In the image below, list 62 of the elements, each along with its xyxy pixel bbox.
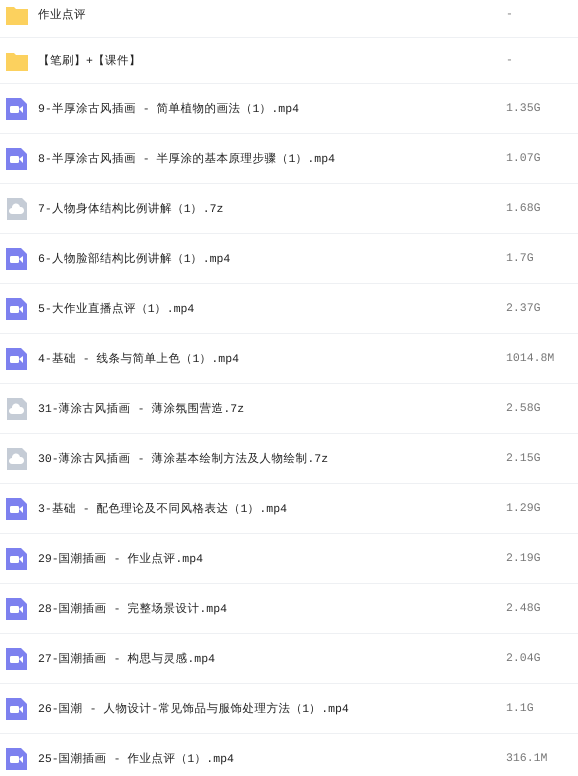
file-row[interactable]: 25-国潮插画 - 作业点评（1）.mp4 316.1M [0, 734, 578, 776]
file-name: 4-基础 - 线条与简单上色（1）.mp4 [38, 352, 240, 366]
file-size: 2.19G [506, 552, 542, 565]
file-size: 1.35G [506, 102, 542, 115]
file-size: 2.58G [506, 402, 542, 415]
file-size: - [506, 8, 514, 21]
file-row[interactable]: 3-基础 - 配色理论及不同风格表达（1）.mp4 1.29G [0, 484, 578, 534]
file-size: 1.07G [506, 152, 542, 165]
file-row[interactable]: 27-国潮插画 - 构思与灵感.mp4 2.04G [0, 634, 578, 684]
file-size: 1014.8M [506, 352, 556, 365]
file-row[interactable]: 29-国潮插画 - 作业点评.mp4 2.19G [0, 534, 578, 584]
file-size: 2.37G [506, 302, 542, 315]
file-name: 8-半厚涂古风插画 - 半厚涂的基本原理步骤（1）.mp4 [38, 152, 336, 166]
cloud-file-icon [5, 196, 29, 220]
file-size: 316.1M [506, 752, 548, 765]
file-name: 28-国潮插画 - 完整场景设计.mp4 [38, 601, 228, 616]
file-name: 作业点评 [38, 8, 87, 22]
file-name: 30-薄涂古风插画 - 薄涂基本绘制方法及人物绘制.7z [38, 451, 330, 466]
file-size: 1.7G [506, 252, 535, 265]
file-row[interactable]: 5-大作业直播点评（1）.mp4 2.37G [0, 284, 578, 334]
file-row[interactable]: 6-人物脸部结构比例讲解（1）.mp4 1.7G [0, 234, 578, 284]
file-row[interactable]: 8-半厚涂古风插画 - 半厚涂的基本原理步骤（1）.mp4 1.07G [0, 134, 578, 184]
video-file-icon [5, 246, 29, 270]
file-name: 7-人物身体结构比例讲解（1）.7z [38, 202, 224, 216]
file-size: 1.29G [506, 502, 542, 515]
file-name: 26-国潮 - 人物设计-常见饰品与服饰处理方法（1）.mp4 [38, 701, 350, 716]
file-size: 2.04G [506, 652, 542, 665]
video-file-icon [5, 596, 29, 620]
file-name: 9-半厚涂古风插画 - 简单植物的画法（1）.mp4 [38, 102, 300, 116]
file-name: 29-国潮插画 - 作业点评.mp4 [38, 552, 204, 566]
file-name: 3-基础 - 配色理论及不同风格表达（1）.mp4 [38, 502, 288, 516]
video-file-icon [5, 296, 29, 320]
file-size: 2.48G [506, 602, 542, 615]
file-row[interactable]: 9-半厚涂古风插画 - 简单植物的画法（1）.mp4 1.35G [0, 84, 578, 134]
file-name: 5-大作业直播点评（1）.mp4 [38, 302, 196, 316]
video-file-icon [5, 696, 29, 720]
file-row[interactable]: 28-国潮插画 - 完整场景设计.mp4 2.48G [0, 584, 578, 634]
file-size: 2.15G [506, 452, 542, 465]
video-file-icon [5, 746, 29, 770]
file-row[interactable]: 4-基础 - 线条与简单上色（1）.mp4 1014.8M [0, 334, 578, 384]
file-row[interactable]: 30-薄涂古风插画 - 薄涂基本绘制方法及人物绘制.7z 2.15G [0, 434, 578, 484]
file-size: 1.1G [506, 702, 535, 715]
file-name: 6-人物脸部结构比例讲解（1）.mp4 [38, 251, 232, 266]
file-row[interactable]: 31-薄涂古风插画 - 薄涂氛围营造.7z 2.58G [0, 384, 578, 434]
video-file-icon [5, 146, 29, 170]
file-size: 1.68G [506, 202, 542, 215]
file-row[interactable]: 作业点评 - [0, 0, 578, 38]
cloud-file-icon [5, 446, 29, 470]
file-row[interactable]: 26-国潮 - 人物设计-常见饰品与服饰处理方法（1）.mp4 1.1G [0, 684, 578, 734]
file-name: 27-国潮插画 - 构思与灵感.mp4 [38, 652, 216, 666]
video-file-icon [5, 546, 29, 570]
file-row[interactable]: 7-人物身体结构比例讲解（1）.7z 1.68G [0, 184, 578, 234]
video-file-icon [5, 646, 29, 670]
file-name: 31-薄涂古风插画 - 薄涂氛围营造.7z [38, 402, 246, 416]
video-file-icon [5, 496, 29, 520]
file-size: - [506, 54, 514, 67]
video-file-icon [5, 346, 29, 370]
file-name: 【笔刷】+【课件】 [38, 54, 142, 68]
file-name: 25-国潮插画 - 作业点评（1）.mp4 [38, 752, 235, 766]
file-row[interactable]: 【笔刷】+【课件】 - [0, 38, 578, 84]
video-file-icon [5, 96, 29, 120]
cloud-file-icon [5, 396, 29, 420]
